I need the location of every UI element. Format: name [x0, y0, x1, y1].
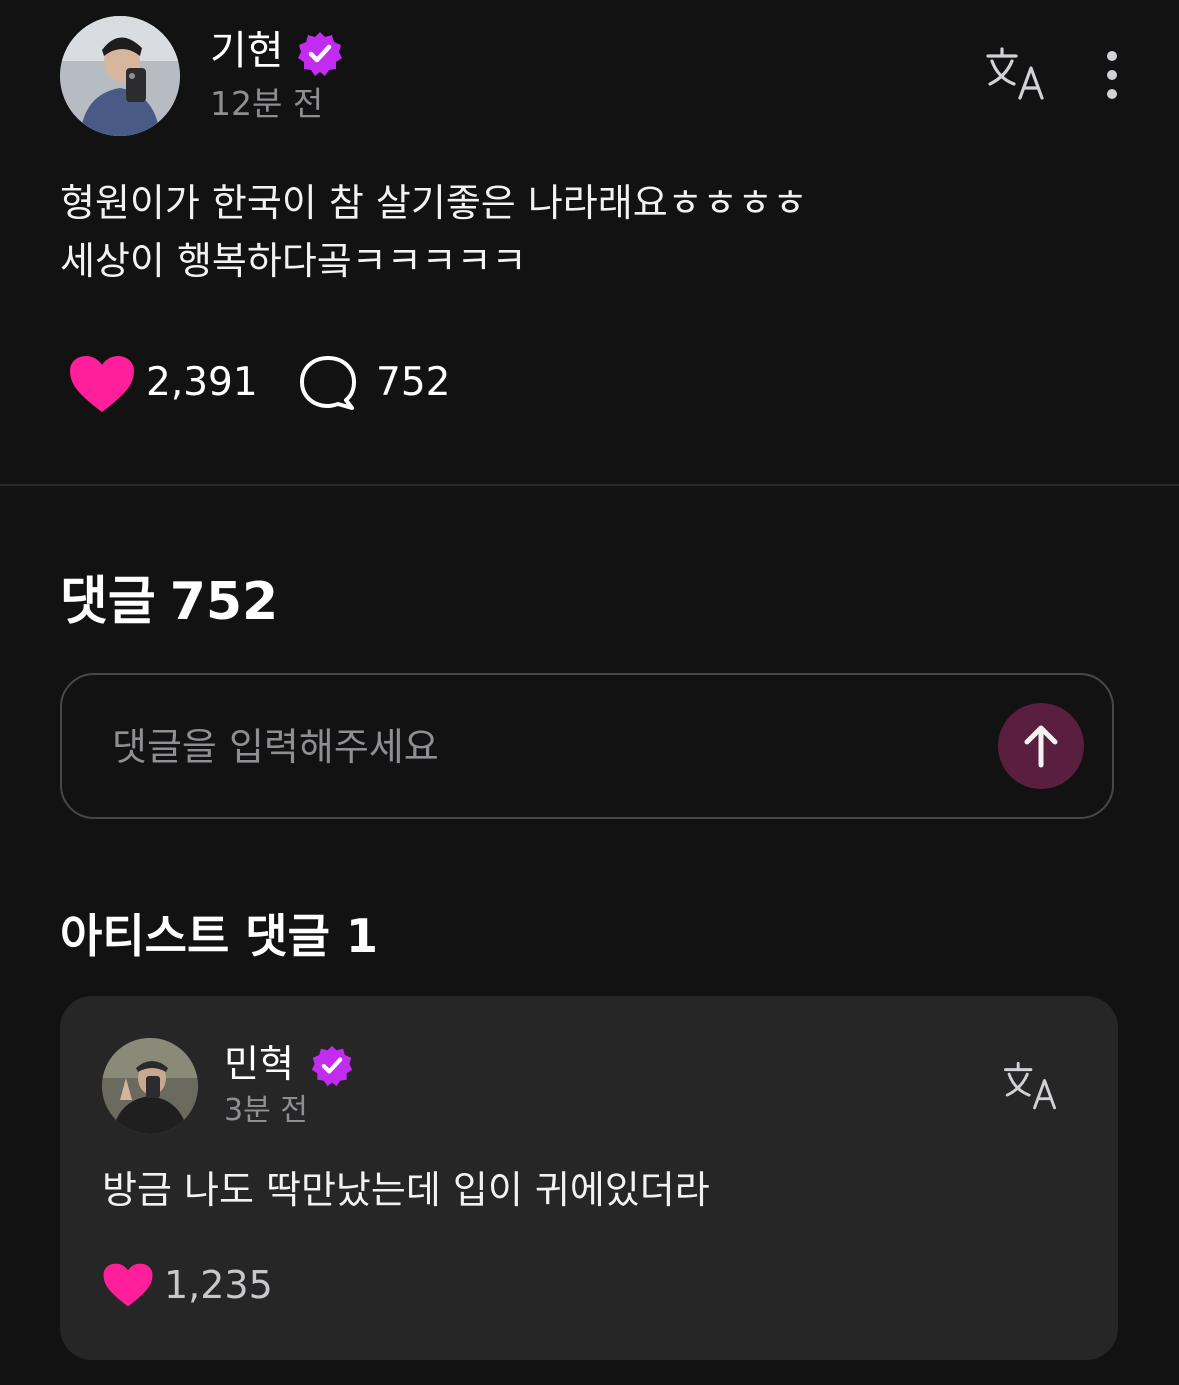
comment-input-box	[60, 673, 1114, 819]
heart-icon[interactable]	[68, 354, 136, 414]
send-button[interactable]	[998, 703, 1084, 789]
artist-comments-heading: 아티스트 댓글 1	[60, 906, 378, 966]
more-vertical-icon[interactable]	[1094, 50, 1130, 104]
comment-timestamp: 3분 전	[224, 1093, 308, 1128]
translate-icon[interactable]	[982, 44, 1048, 104]
comment-text: 방금 나도 딱만났는데 입이 귀에있더라	[102, 1168, 710, 1212]
comments-count: 752	[169, 572, 279, 632]
commenter-avatar[interactable]	[102, 1038, 198, 1134]
like-count: 2,391	[146, 360, 258, 405]
post-text-line: 세상이 행복하다곸ㅋㅋㅋㅋㅋ	[60, 239, 527, 283]
arrow-up-icon	[1024, 725, 1058, 768]
post-text-line: 형원이가 한국이 참 살기좋은 나라래요ㅎㅎㅎㅎ	[60, 181, 808, 225]
comment-bubble-icon[interactable]	[298, 354, 358, 412]
artist-comments-count: 1	[345, 909, 378, 963]
verified-badge-icon	[296, 30, 344, 78]
comments-label: 댓글	[60, 572, 156, 632]
profile-photo	[102, 1038, 198, 1134]
comment-input[interactable]	[112, 719, 932, 775]
comments-heading: 댓글 752	[60, 570, 278, 634]
post-timestamp: 12분 전	[210, 84, 324, 123]
comment-count: 752	[376, 360, 451, 405]
heart-icon[interactable]	[102, 1262, 154, 1308]
artist-comment-card[interactable]: 민혁 3분 전 방금 나도 딱만났는데 입이 귀에있더라 1,235	[60, 996, 1118, 1360]
artist-comments-label: 아티스트 댓글	[60, 909, 330, 963]
section-divider	[0, 484, 1179, 486]
author-avatar[interactable]	[60, 16, 180, 136]
translate-icon[interactable]	[1000, 1058, 1060, 1114]
commenter-name[interactable]: 민혁	[224, 1040, 294, 1088]
verified-badge-icon	[310, 1044, 354, 1088]
author-name[interactable]: 기현	[210, 26, 284, 76]
profile-photo	[60, 16, 180, 136]
post-text: 형원이가 한국이 참 살기좋은 나라래요ㅎㅎㅎㅎ 세상이 행복하다곸ㅋㅋㅋㅋㅋ	[60, 174, 1120, 290]
comment-like-count: 1,235	[164, 1263, 273, 1307]
